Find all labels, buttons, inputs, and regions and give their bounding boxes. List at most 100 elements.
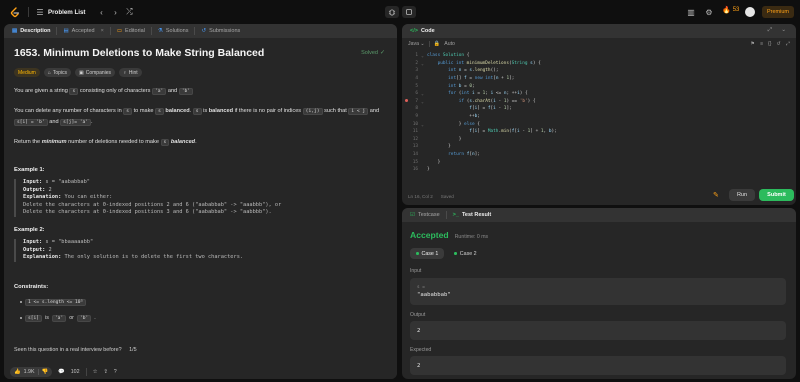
code-editor[interactable]: 1 ⌄ class Solution { 2 ⌄ public int minimum…	[402, 52, 796, 174]
tab-code-label: Code	[420, 28, 435, 34]
companies-tag[interactable]: ▣ Companies	[75, 68, 116, 77]
feedback-icon[interactable]: ?	[114, 369, 117, 375]
tab-submissions[interactable]: ↺ Submissions	[197, 24, 244, 38]
tab-testcase-label: Testcase	[417, 212, 440, 218]
page-title[interactable]: 1653. Minimum Deletions to Make String B…	[14, 47, 387, 59]
tab-editorial-label: Editorial	[125, 28, 145, 34]
fullscreen-icon[interactable]: ⤢	[786, 41, 790, 48]
result-status: Accepted Runtime: 0 ms	[410, 230, 488, 240]
bookmark-icon[interactable]: ⚑	[750, 41, 755, 48]
description-footer: 👍 1.9K 👎 💬 102 ☆ ⇪ ?	[4, 365, 397, 379]
constraint-1: 1 <= s.length <= 10⁵	[20, 298, 387, 306]
interview-progress: 1/5	[129, 347, 137, 353]
bug-icon	[388, 9, 396, 16]
constraint-2: s[i] is 'a' or 'b'.	[20, 314, 387, 322]
code-panel: </> Code ⤢ ⌄ Java ⌄ 🔒 Auto ⚑ ≡ {} ↺ ⤢ 1 ⌄…	[402, 24, 796, 205]
close-icon[interactable]: ×	[101, 28, 104, 34]
topics-label: Topics	[52, 69, 68, 76]
braces-icon[interactable]: {}	[768, 41, 771, 48]
example-1-box: Input: s = "aababbab" Output: 2 Explanat…	[14, 179, 387, 217]
code-toolbar: Java ⌄ 🔒 Auto ⚑ ≡ {} ↺ ⤢	[402, 38, 796, 50]
example-1-title: Example 1:	[14, 167, 45, 173]
hint-tag[interactable]: ♀ Hint	[119, 68, 142, 77]
layout-icon[interactable]: ▥	[686, 7, 696, 17]
history-icon: ↺	[201, 28, 207, 34]
interview-question[interactable]: Seen this question in a real interview b…	[14, 347, 137, 353]
shuffle-icon[interactable]: ⤮	[124, 7, 134, 17]
note-icon	[406, 9, 412, 15]
format-icon[interactable]: ≡	[760, 41, 763, 48]
top-bar: ☰ Problem List ‹ › ⤮ ▥ ⚙ 🔥 53 Premium	[0, 0, 800, 24]
run-button[interactable]: Run	[729, 189, 755, 201]
next-problem-icon[interactable]: ›	[110, 7, 120, 17]
like-button[interactable]: 👍 1.9K 👎	[10, 367, 53, 377]
star-icon[interactable]: ☆	[93, 369, 98, 375]
expand-icon[interactable]: ⤢	[768, 27, 772, 34]
expected-box: 2	[410, 356, 786, 375]
input-box: s = "aababbab"	[410, 278, 786, 305]
thumbs-up-icon: 👍	[14, 369, 21, 375]
case-2-button[interactable]: Case 2	[448, 248, 482, 259]
accepted-label: Accepted	[410, 230, 449, 240]
collapse-icon[interactable]: ⌄	[781, 27, 786, 33]
topics-tag[interactable]: ⌂ Topics	[43, 68, 72, 77]
debug-button[interactable]	[385, 6, 399, 18]
lightbulb-icon: ♀	[123, 69, 127, 76]
check-circle-icon: ✓	[379, 50, 385, 56]
output-label: Output	[410, 312, 426, 318]
streak-counter[interactable]: 🔥 53	[722, 6, 739, 14]
test-result-panel: ☑ Testcase >_ Test Result Accepted Runti…	[402, 208, 796, 379]
streak-count: 53	[732, 7, 740, 13]
sparkle-icon[interactable]: ✎	[713, 191, 719, 199]
tab-solutions[interactable]: ⚗ Solutions	[154, 24, 193, 38]
tab-editorial[interactable]: ▭ Editorial	[113, 24, 149, 38]
description-paragraph-3: Return the minimum number of deletions n…	[14, 139, 197, 146]
document-icon: ▤	[12, 28, 18, 34]
tab-test-result-label: Test Result	[461, 212, 492, 218]
solved-label: Solved	[361, 49, 378, 56]
book-icon: ▭	[116, 28, 123, 34]
avatar[interactable]	[745, 7, 755, 17]
hint-label: Hint	[128, 69, 138, 76]
input-label: Input	[410, 268, 422, 274]
companies-label: Companies	[85, 69, 112, 76]
tab-testcase[interactable]: ☑ Testcase	[406, 208, 444, 222]
settings-gear-icon[interactable]: ⚙	[704, 7, 714, 17]
leetcode-logo-icon[interactable]	[10, 6, 20, 18]
tab-accepted-label: Accepted	[71, 28, 95, 34]
expected-label: Expected	[410, 347, 432, 353]
description-panel: ▤ Description ▤ Accepted × ▭ Editorial ⚗…	[4, 24, 397, 379]
tab-test-result[interactable]: >_ Test Result	[449, 208, 496, 222]
tab-code[interactable]: </> Code	[406, 24, 439, 38]
notes-button[interactable]	[402, 6, 416, 18]
problem-list-icon[interactable]: ☰	[35, 7, 45, 17]
submit-button[interactable]: Submit	[759, 189, 794, 201]
tab-description[interactable]: ▤ Description	[8, 24, 54, 38]
terminal-icon: >_	[452, 212, 459, 218]
thumbs-down-icon[interactable]: 👎	[42, 369, 49, 375]
prev-problem-icon[interactable]: ‹	[96, 7, 106, 17]
runtime-label: Runtime: 0 ms	[454, 234, 489, 240]
reset-icon[interactable]: ↺	[776, 41, 780, 48]
example-2-box: Input: s = "bbaaaaabb" Output: 2 Explana…	[14, 238, 387, 262]
premium-button[interactable]: Premium	[762, 6, 794, 18]
tab-submissions-label: Submissions	[209, 28, 241, 34]
result-tabbar: ☑ Testcase >_ Test Result	[402, 208, 796, 222]
code-tabbar: </> Code ⤢ ⌄	[402, 24, 796, 38]
comment-count: 102	[70, 369, 80, 375]
case-1-button[interactable]: Case 1	[410, 248, 445, 259]
lock-icon: ▣	[79, 69, 84, 76]
tab-accepted[interactable]: ▤ Accepted ×	[59, 24, 107, 38]
output-box: 2	[410, 321, 786, 340]
problem-list-link[interactable]: Problem List	[48, 9, 85, 16]
comment-icon[interactable]: 💬	[58, 369, 65, 375]
tab-solutions-label: Solutions	[165, 28, 189, 34]
share-icon[interactable]: ⇪	[103, 369, 107, 375]
description-paragraph-2: You can delete any number of characters …	[14, 108, 380, 126]
breakpoint-icon[interactable]	[405, 99, 408, 102]
checkbox-icon: ☑	[410, 212, 415, 218]
fire-icon: 🔥	[722, 7, 731, 14]
example-2-title: Example 2:	[14, 226, 45, 233]
mode-label[interactable]: Auto	[444, 41, 455, 47]
language-select[interactable]: Java ⌄	[408, 41, 425, 47]
